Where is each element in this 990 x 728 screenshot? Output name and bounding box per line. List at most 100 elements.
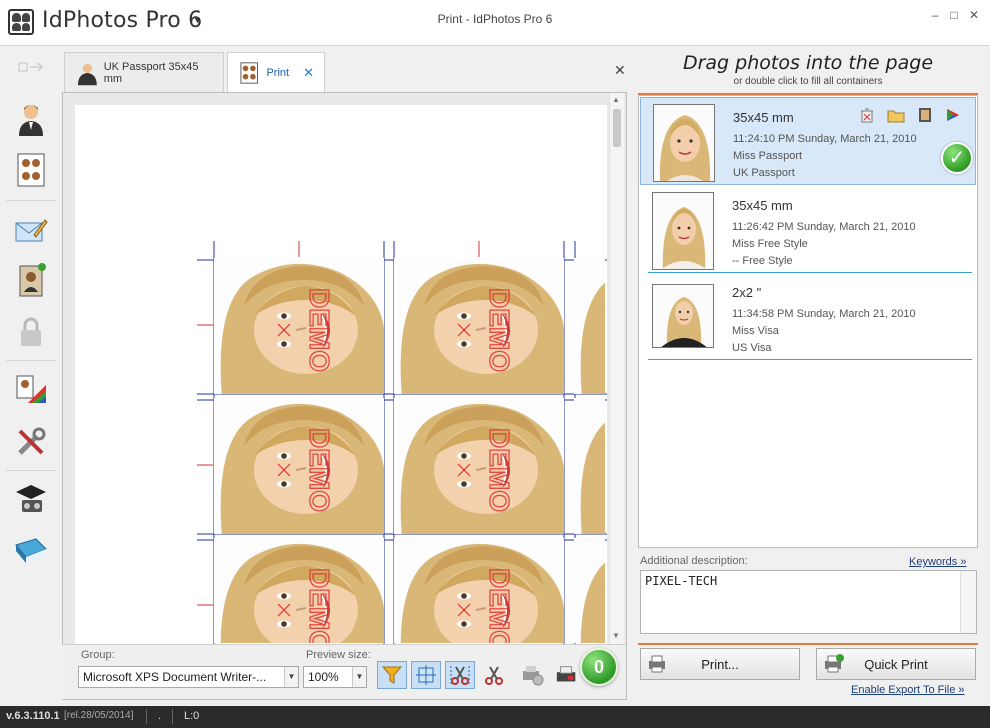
tab-label: UK Passport 35x45 mm <box>103 60 199 85</box>
scissors-button[interactable] <box>479 661 509 689</box>
email-edit-icon[interactable] <box>13 212 49 248</box>
svg-text:DEMO: DEMO <box>304 428 335 512</box>
drag-subtitle: or double click to fill all containers <box>733 76 883 87</box>
user-portrait-icon <box>77 63 97 85</box>
minimize-button[interactable]: – <box>925 6 945 24</box>
print-button-label: Print... <box>701 656 739 672</box>
arrows-icon[interactable] <box>13 56 49 80</box>
group-select-value: Microsoft XPS Document Writer-... <box>83 670 267 684</box>
graduation-video-icon[interactable] <box>13 480 49 516</box>
help-book-icon[interactable] <box>13 532 49 568</box>
item-name: Miss Passport <box>733 150 803 162</box>
enable-export-link[interactable]: Enable Export To File » <box>851 684 965 696</box>
title-bar: IdPhotos Pro 6 ▼ Print - IdPhotos Pro 6 … <box>0 0 990 46</box>
delete-icon[interactable] <box>859 107 875 123</box>
layer-count: L:0 <box>184 710 200 722</box>
tab-uk-passport[interactable]: UK Passport 35x45 mm <box>64 52 224 92</box>
printer-icon <box>649 655 665 673</box>
item-divider <box>648 359 972 360</box>
filter-button[interactable] <box>377 661 407 689</box>
item-name: Miss Visa <box>732 325 779 337</box>
item-type: -- Free Style <box>732 255 793 267</box>
group-label: Group: <box>81 649 115 661</box>
tab-print[interactable]: Print ✕ <box>227 52 325 93</box>
chevron-down-icon[interactable]: ▼ <box>284 667 298 687</box>
status-bar: v.6.3.110.1 [rel.28/05/2014] . L:0 <box>0 706 990 728</box>
photo-container[interactable]: DEMO <box>214 398 384 534</box>
svg-text:DEMO: DEMO <box>484 288 515 372</box>
id-card-icon[interactable] <box>13 262 49 298</box>
preview-toolbar: Group: Microsoft XPS Document Writer-...… <box>62 644 626 699</box>
item-timestamp: 11:24:10 PM Sunday, March 21, 2010 <box>733 133 917 145</box>
photo-thumbnail <box>653 104 715 182</box>
print-button[interactable]: Print... <box>640 648 800 680</box>
maximize-button[interactable]: □ <box>944 6 964 24</box>
document-tabs: UK Passport 35x45 mm Print ✕ ✕ <box>62 50 632 93</box>
preview-size-label: Preview size: <box>306 649 371 661</box>
accent-divider <box>638 643 978 645</box>
scroll-down-icon[interactable]: ▼ <box>612 631 620 640</box>
preview-vertical-scrollbar[interactable]: ▲ ▼ <box>609 93 624 644</box>
color-palette-icon[interactable] <box>13 372 49 408</box>
lock-icon[interactable] <box>13 314 49 350</box>
window-title: Print - IdPhotos Pro 6 <box>437 12 553 26</box>
list-item[interactable]: 35x45 mm 11:26:42 PM Sunday, March 21, 2… <box>640 186 976 274</box>
printer-button[interactable] <box>554 661 580 689</box>
item-size: 35x45 mm <box>733 110 794 125</box>
left-toolbar <box>0 46 62 706</box>
description-scrollbar[interactable] <box>960 571 976 633</box>
photo-container[interactable]: DEMO <box>394 258 564 394</box>
film-photo-icon[interactable] <box>917 107 933 123</box>
scissors-icon <box>485 666 503 685</box>
photo-container[interactable]: DEMO <box>394 538 564 643</box>
photo-thumbnail <box>652 284 714 348</box>
close-tab-icon[interactable]: ✕ <box>303 65 314 81</box>
tools-icon[interactable] <box>13 424 49 460</box>
photo-container[interactable]: DEMO <box>574 398 605 534</box>
folder-icon[interactable] <box>887 107 905 123</box>
quick-print-button-label: Quick Print <box>864 656 928 672</box>
scrollbar-thumb[interactable] <box>613 109 621 147</box>
scroll-up-icon[interactable]: ▲ <box>612 95 620 104</box>
photo-sheet-icon <box>240 62 259 84</box>
photo-container[interactable]: DEMO <box>214 538 384 643</box>
user-portrait-icon[interactable] <box>13 102 49 138</box>
svg-text:DEMO: DEMO <box>304 288 335 372</box>
description-value: PIXEL-TECH <box>645 574 718 588</box>
photo-container[interactable]: DEMO <box>574 538 605 643</box>
list-item[interactable]: 2x2 " 11:34:58 PM Sunday, March 21, 2010… <box>640 273 976 361</box>
release-date: [rel.28/05/2014] <box>64 710 134 721</box>
item-timestamp: 11:34:58 PM Sunday, March 21, 2010 <box>732 308 916 320</box>
item-type: US Visa <box>732 342 772 354</box>
close-all-tabs-icon[interactable]: ✕ <box>614 62 626 79</box>
photo-container[interactable]: DEMO <box>574 258 605 394</box>
photo-sheet-icon[interactable] <box>13 152 49 188</box>
preview-size-select[interactable]: 100% ▼ <box>303 666 367 688</box>
crop-marks-button[interactable] <box>411 661 441 689</box>
photo-thumbnail <box>652 192 714 270</box>
group-select[interactable]: Microsoft XPS Document Writer-... ▼ <box>78 666 299 688</box>
description-textarea[interactable]: PIXEL-TECH <box>640 570 977 634</box>
version-label: v.6.3.110.1 <box>6 710 60 722</box>
quick-print-button[interactable]: Quick Print <box>816 648 976 680</box>
color-correct-icon[interactable] <box>945 107 961 123</box>
item-timestamp: 11:26:42 PM Sunday, March 21, 2010 <box>732 221 916 233</box>
photo-container[interactable]: DEMO <box>214 258 384 394</box>
item-size: 2x2 " <box>732 285 762 300</box>
chevron-down-icon[interactable]: ▼ <box>352 667 366 687</box>
print-settings-button[interactable] <box>517 661 547 689</box>
item-type: UK Passport <box>733 167 795 179</box>
tab-label: Print <box>266 67 290 79</box>
funnel-icon <box>381 666 403 684</box>
photos-count-badge: 0 <box>580 648 618 686</box>
item-size: 35x45 mm <box>732 198 793 213</box>
keywords-link[interactable]: Keywords » <box>909 556 966 568</box>
close-button[interactable]: ✕ <box>964 6 984 24</box>
cut-lines-button[interactable] <box>445 661 475 689</box>
photo-list[interactable]: 35x45 mm 11:24:10 PM Sunday, March 21, 2… <box>638 95 978 548</box>
photo-container[interactable]: DEMO <box>394 398 564 534</box>
list-item[interactable]: 35x45 mm 11:24:10 PM Sunday, March 21, 2… <box>640 97 976 185</box>
checkmark-icon: ✓ <box>941 142 973 174</box>
item-actions <box>859 107 961 123</box>
quick-printer-icon <box>825 654 844 673</box>
